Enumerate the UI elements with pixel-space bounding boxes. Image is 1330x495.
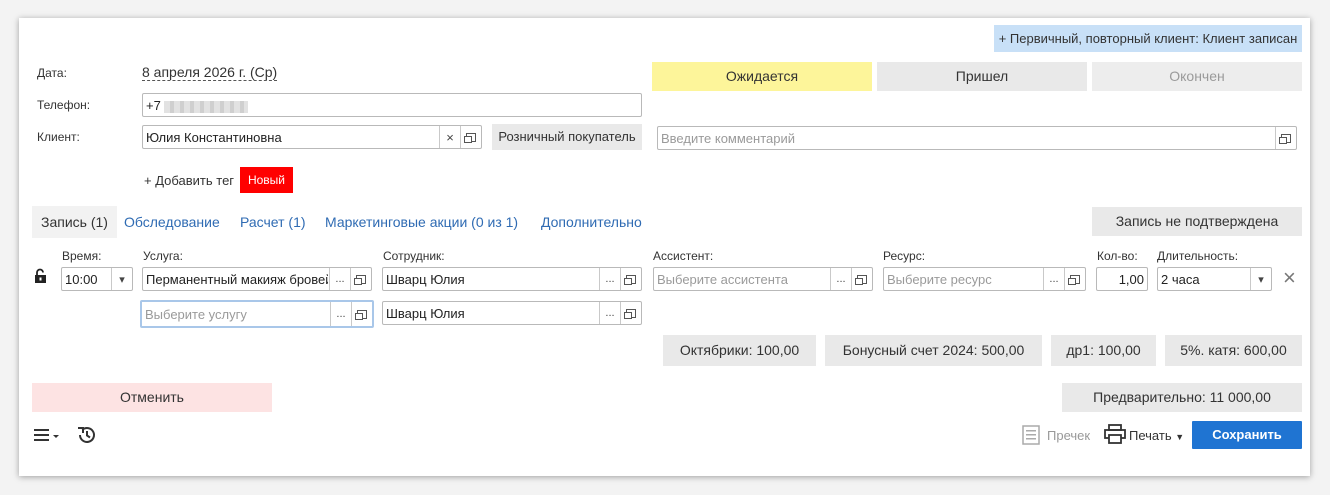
phone-blurred — [164, 100, 249, 113]
ellipsis-button[interactable]: ... — [599, 302, 620, 324]
open-icon[interactable] — [1275, 127, 1296, 149]
header-qty: Кол-во: — [1097, 249, 1138, 263]
header-duration: Длительность: — [1157, 249, 1239, 263]
dropdown-arrow-icon[interactable]: ▾ — [1250, 268, 1271, 290]
time-value: 10:00 — [65, 272, 98, 287]
print-label: Печать — [1129, 428, 1172, 443]
unlock-icon[interactable] — [34, 268, 48, 284]
open-icon[interactable] — [460, 126, 481, 148]
add-tag-link[interactable]: + Добавить тег — [144, 173, 234, 188]
header-employee: Сотрудник: — [383, 249, 445, 263]
client-value: Юлия Константиновна — [146, 130, 282, 145]
service-input[interactable]: Перманентный макияж бровей ... — [142, 267, 372, 291]
employee-value: Шварц Юлия — [386, 272, 465, 287]
assistant-input[interactable]: Выберите ассистента ... — [653, 267, 873, 291]
cancel-button[interactable]: Отменить — [32, 383, 272, 412]
ellipsis-button[interactable]: ... — [329, 268, 350, 290]
tab-marketing[interactable]: Маркетинговые акции (0 из 1) — [325, 214, 518, 230]
clear-icon[interactable]: × — [439, 126, 460, 148]
status-came-button[interactable]: Пришел — [877, 62, 1087, 91]
qty-input[interactable]: 1,00 — [1096, 267, 1148, 291]
ellipsis-button[interactable]: ... — [830, 268, 851, 290]
client-label: Клиент: — [37, 130, 80, 144]
open-icon[interactable] — [1064, 268, 1085, 290]
header-service: Услуга: — [143, 249, 183, 263]
open-icon[interactable] — [620, 302, 641, 324]
status-expected-button[interactable]: Ожидается — [652, 62, 872, 91]
open-icon[interactable] — [620, 268, 641, 290]
ellipsis-button[interactable]: ... — [1043, 268, 1064, 290]
print-button[interactable]: Печать ▼ — [1129, 428, 1184, 443]
duration-value: 2 часа — [1161, 272, 1200, 287]
confirm-status-button[interactable]: Запись не подтверждена — [1092, 207, 1302, 236]
open-icon[interactable] — [350, 268, 371, 290]
assistant-placeholder: Выберите ассистента — [657, 272, 788, 287]
bonus-badge: Октябрики: 100,00 — [663, 335, 816, 366]
comment-placeholder: Введите комментарий — [661, 131, 796, 146]
tab-record[interactable]: Запись (1) — [32, 206, 117, 238]
ellipsis-button[interactable]: ... — [330, 302, 351, 326]
service-input-new[interactable]: Выберите услугу ... — [140, 300, 374, 328]
menu-icon[interactable] — [34, 428, 62, 442]
receipt-button[interactable]: Пречек — [1047, 428, 1090, 443]
time-select[interactable]: 10:00 ▾ — [61, 267, 133, 291]
service-value: Перманентный макияж бровей — [146, 272, 328, 287]
client-status-badge: + Первичный, повторный клиент: Клиент за… — [994, 25, 1302, 52]
employee-input[interactable]: Шварц Юлия ... — [382, 267, 642, 291]
status-finished-button[interactable]: Окончен — [1092, 62, 1302, 91]
resource-input[interactable]: Выберите ресурс ... — [883, 267, 1086, 291]
bonus-badge: 5%. катя: 600,00 — [1165, 335, 1302, 366]
header-time: Время: — [62, 249, 102, 263]
open-icon[interactable] — [351, 302, 372, 326]
date-link[interactable]: 8 апреля 2026 г. (Ср) — [142, 64, 278, 81]
tab-calculation[interactable]: Расчет (1) — [240, 214, 306, 230]
resource-placeholder: Выберите ресурс — [887, 272, 992, 287]
duration-select[interactable]: 2 часа ▾ — [1157, 267, 1272, 291]
tab-additional[interactable]: Дополнительно — [541, 214, 642, 230]
header-assistant: Ассистент: — [653, 249, 714, 263]
qty-value: 1,00 — [1118, 272, 1144, 287]
remove-row-icon[interactable]: × — [1283, 267, 1296, 289]
comment-input[interactable]: Введите комментарий — [657, 126, 1297, 150]
tag-new[interactable]: Новый — [240, 167, 293, 193]
bonus-badge: Бонусный счет 2024: 500,00 — [825, 335, 1042, 366]
ellipsis-button[interactable]: ... — [599, 268, 620, 290]
preliminary-total: Предварительно: 11 000,00 — [1062, 383, 1302, 412]
printer-icon[interactable] — [1104, 424, 1126, 444]
employee-value: Шварц Юлия — [386, 306, 465, 321]
phone-label: Телефон: — [37, 98, 91, 112]
date-label: Дата: — [37, 66, 67, 80]
tab-examination[interactable]: Обследование — [124, 214, 220, 230]
service-placeholder: Выберите услугу — [145, 307, 247, 322]
phone-value: +7 — [146, 98, 161, 113]
header-resource: Ресурс: — [883, 249, 926, 263]
dropdown-arrow-icon: ▼ — [1175, 432, 1185, 442]
open-icon[interactable] — [851, 268, 872, 290]
client-input[interactable]: Юлия Константиновна × — [142, 125, 482, 149]
save-button[interactable]: Сохранить — [1192, 421, 1302, 449]
receipt-icon — [1022, 425, 1040, 445]
dropdown-arrow-icon[interactable]: ▾ — [111, 268, 132, 290]
history-icon[interactable] — [76, 424, 98, 446]
phone-input[interactable]: +7 — [142, 93, 642, 117]
bonus-badge: др1: 100,00 — [1051, 335, 1156, 366]
client-type-button[interactable]: Розничный покупатель — [492, 124, 642, 150]
employee-input-new[interactable]: Шварц Юлия ... — [382, 301, 642, 325]
appointment-window: + Первичный, повторный клиент: Клиент за… — [19, 18, 1310, 476]
